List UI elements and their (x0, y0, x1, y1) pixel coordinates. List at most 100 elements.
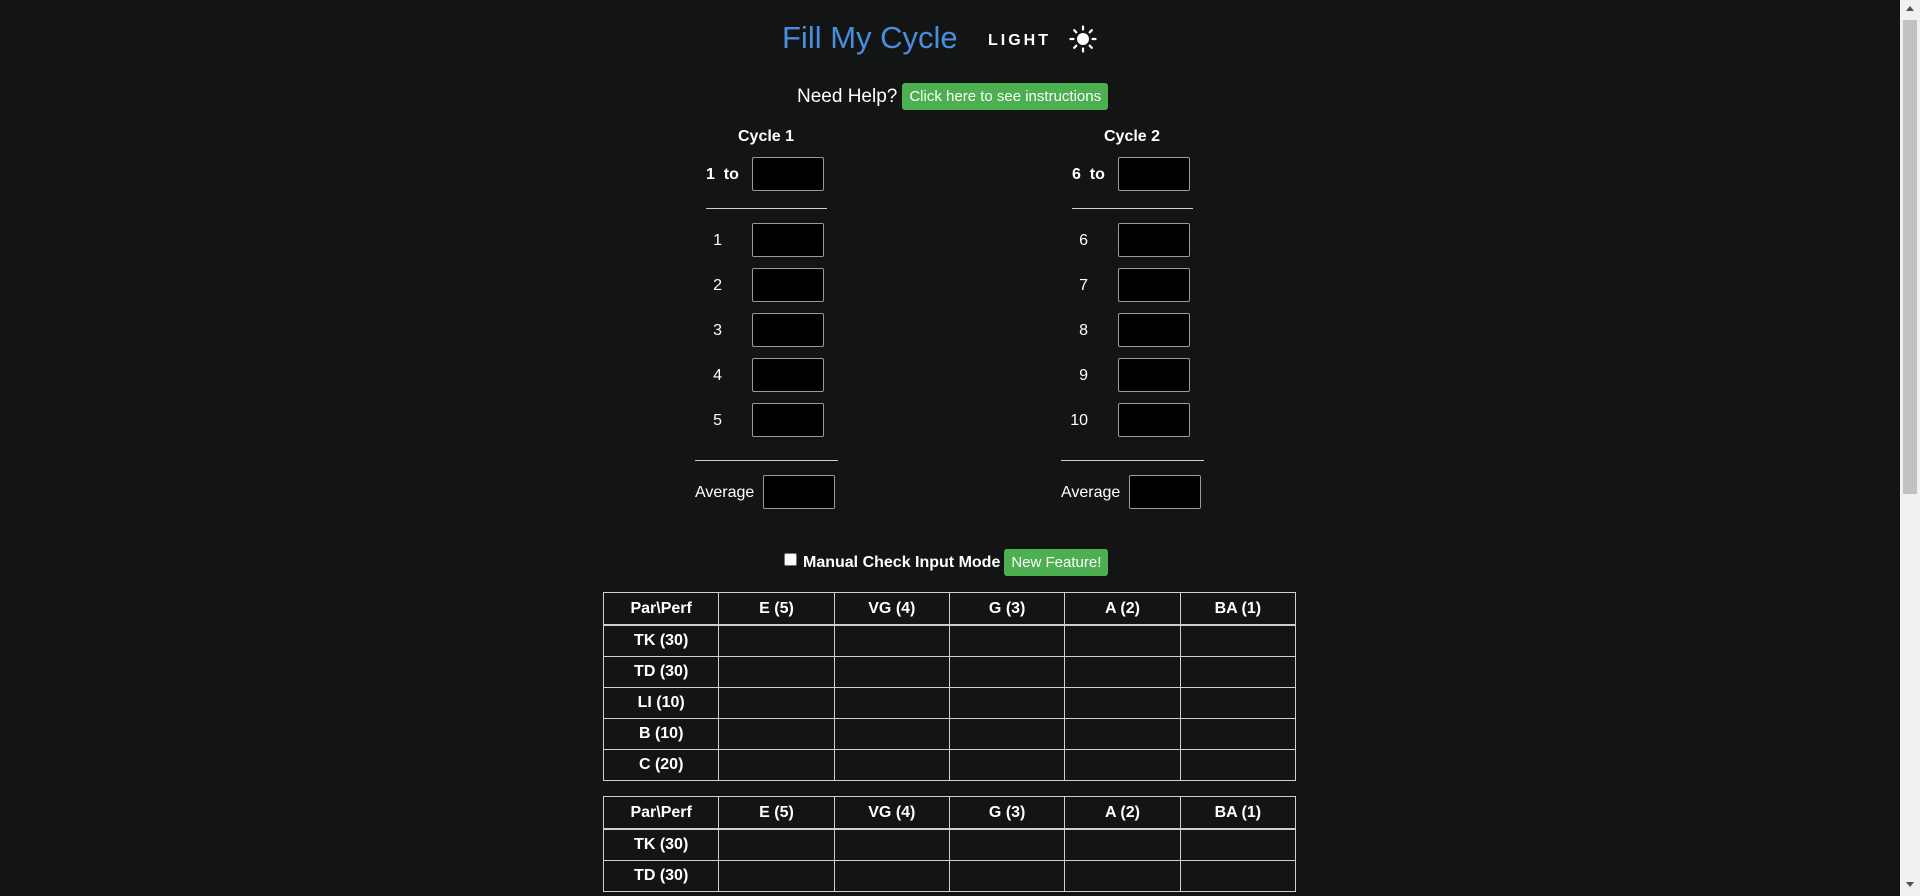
row-label: C (20) (602, 749, 720, 781)
app-title: Fill My Cycle (782, 20, 958, 55)
row-label: TK (30) (602, 624, 720, 657)
table-cell[interactable] (1064, 749, 1181, 781)
table-row: TD (30) (602, 860, 1297, 892)
table-cell[interactable] (1179, 828, 1297, 861)
table-cell[interactable] (833, 828, 950, 861)
cycle-2-average-label: Average (1061, 484, 1121, 501)
help-text: Need Help? (797, 85, 898, 107)
cycle-1-end-input[interactable] (752, 157, 824, 191)
table-cell[interactable] (718, 860, 835, 892)
scroll-down-arrow-icon[interactable] (1906, 882, 1914, 887)
cycle-1-divider-bottom (695, 460, 838, 461)
table-row: C (20) (602, 749, 1297, 781)
table-cell[interactable] (1179, 687, 1297, 719)
new-feature-badge[interactable]: New Feature! (1004, 549, 1109, 576)
scrollbar-thumb[interactable] (1903, 20, 1917, 494)
cycle-2-range-label: 6 to (1072, 166, 1105, 183)
table-cell[interactable] (718, 656, 835, 688)
table-cell[interactable] (948, 718, 1066, 750)
instructions-button[interactable]: Click here to see instructions (902, 83, 1109, 110)
manual-check-checkbox[interactable] (784, 553, 797, 566)
cycle-1-divider-top (706, 208, 827, 209)
cycle-2-end-input[interactable] (1118, 157, 1190, 191)
cycle-1-row-label: 5 (713, 412, 722, 429)
cycle-1-input-2[interactable] (752, 268, 824, 302)
cycle-1-average-input[interactable] (763, 475, 835, 509)
sun-icon (1069, 25, 1097, 53)
table-cell[interactable] (1064, 718, 1181, 750)
header-cell: G (3) (948, 592, 1066, 626)
cycle-2-input-8[interactable] (1118, 313, 1190, 347)
table-cell[interactable] (948, 687, 1066, 719)
cycle-1-input-3[interactable] (752, 313, 824, 347)
table-row: LI (10) (602, 687, 1297, 719)
cycle-2-input-7[interactable] (1118, 268, 1190, 302)
table-header-row: Par\Perf E (5) VG (4) G (3) A (2) BA (1) (602, 796, 1297, 830)
table-cell[interactable] (1064, 687, 1181, 719)
score-table-1: Par\Perf E (5) VG (4) G (3) A (2) BA (1)… (602, 592, 1297, 781)
table-cell[interactable] (1064, 624, 1181, 657)
cycle-2-divider-bottom (1061, 460, 1204, 461)
cycle-1-row-label: 3 (713, 322, 722, 339)
table-cell[interactable] (718, 718, 835, 750)
table-cell[interactable] (948, 624, 1066, 657)
header-cell: G (3) (948, 796, 1066, 830)
table-cell[interactable] (1179, 749, 1297, 781)
header-cell: Par\Perf (602, 796, 720, 830)
row-label: TD (30) (602, 656, 720, 688)
cycle-1-input-5[interactable] (752, 403, 824, 437)
table-cell[interactable] (948, 749, 1066, 781)
score-table-2: Par\Perf E (5) VG (4) G (3) A (2) BA (1)… (602, 796, 1297, 892)
table-cell[interactable] (833, 624, 950, 657)
table-cell[interactable] (718, 828, 835, 861)
table-row: TK (30) (602, 828, 1297, 861)
scroll-up-arrow-icon[interactable] (1906, 6, 1914, 11)
cycle-1-input-1[interactable] (752, 223, 824, 257)
header-cell: BA (1) (1179, 796, 1297, 830)
header-cell: VG (4) (833, 796, 950, 830)
cycle-2-input-10[interactable] (1118, 403, 1190, 437)
cycle-2-row-label: 10 (1070, 412, 1088, 429)
manual-check-label[interactable]: Manual Check Input Mode (803, 554, 1000, 572)
table-cell[interactable] (833, 718, 950, 750)
cycle-1-input-4[interactable] (752, 358, 824, 392)
table-cell[interactable] (718, 624, 835, 657)
table-cell[interactable] (833, 687, 950, 719)
table-cell[interactable] (1179, 656, 1297, 688)
theme-toggle[interactable]: LIGHT (988, 25, 1097, 55)
page: Fill My Cycle LIGHT Need Help? Click her… (0, 0, 1900, 896)
cycle-1-row-label: 4 (713, 367, 722, 384)
table-cell[interactable] (833, 749, 950, 781)
header-cell: VG (4) (833, 592, 950, 626)
table-cell[interactable] (1179, 718, 1297, 750)
vertical-scrollbar[interactable] (1900, 0, 1920, 896)
table-row: TD (30) (602, 656, 1297, 688)
table-cell[interactable] (718, 687, 835, 719)
table-cell[interactable] (1064, 656, 1181, 688)
row-label: TD (30) (602, 860, 720, 892)
header-cell: Par\Perf (602, 592, 720, 626)
cycle-1-average-label: Average (695, 484, 755, 501)
table-cell[interactable] (718, 749, 835, 781)
manual-check-row: Manual Check Input Mode New Feature! (784, 549, 1109, 576)
cycle-2-input-9[interactable] (1118, 358, 1190, 392)
table-cell[interactable] (1179, 624, 1297, 657)
table-cell[interactable] (1064, 860, 1181, 892)
row-label: TK (30) (602, 828, 720, 861)
theme-toggle-label: LIGHT (988, 32, 1051, 49)
header-cell: A (2) (1064, 592, 1181, 626)
row-label: LI (10) (602, 687, 720, 719)
cycle-2-input-6[interactable] (1118, 223, 1190, 257)
table-cell[interactable] (948, 860, 1066, 892)
table-cell[interactable] (1064, 828, 1181, 861)
table-cell[interactable] (948, 828, 1066, 861)
cycle-2-title: Cycle 2 (1104, 128, 1161, 145)
cycle-1-title: Cycle 1 (738, 128, 795, 145)
table-cell[interactable] (833, 656, 950, 688)
table-cell[interactable] (833, 860, 950, 892)
header-cell: BA (1) (1179, 592, 1297, 626)
table-cell[interactable] (948, 656, 1066, 688)
table-cell[interactable] (1179, 860, 1297, 892)
cycle-2-average-input[interactable] (1129, 475, 1201, 509)
header-cell: E (5) (718, 796, 835, 830)
